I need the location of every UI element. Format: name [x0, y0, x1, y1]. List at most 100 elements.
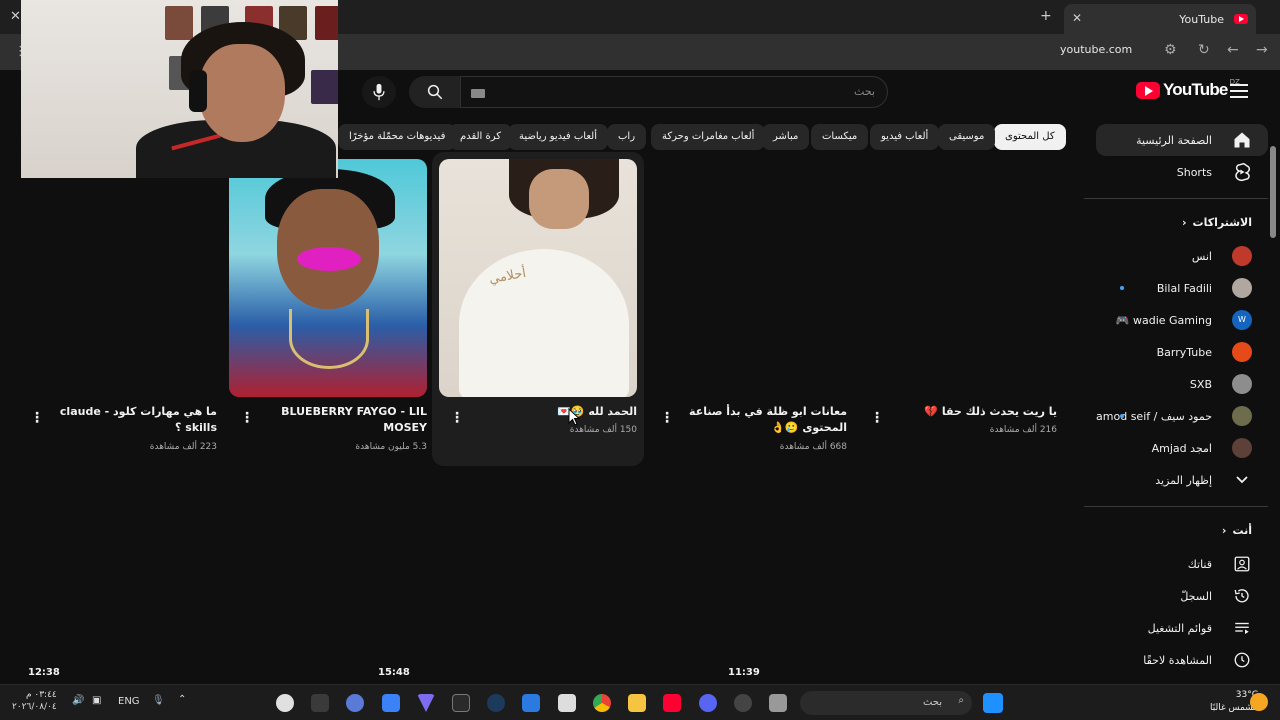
clock[interactable]: ٠٣:٤٤ م ٢٠٢٦/٠٨/٠٤: [12, 689, 57, 713]
file-explorer-icon[interactable]: [628, 694, 646, 712]
app-icon[interactable]: [311, 694, 329, 712]
store-icon[interactable]: [522, 694, 540, 712]
more-actions-icon[interactable]: ⋮: [870, 410, 884, 426]
home-icon: [1230, 128, 1254, 152]
sidebar-item-history[interactable]: السجلّ: [1096, 580, 1268, 612]
reload-icon[interactable]: ↻: [1198, 42, 1210, 58]
app-icon[interactable]: [276, 694, 294, 712]
sidebar-item-playlists[interactable]: قوائم التشغيل: [1096, 612, 1268, 644]
chip-action-adventure[interactable]: ألعاب مغامرات وحركة: [651, 124, 766, 150]
sidebar-item-channel[interactable]: حمود سيف / Hamod seif...: [1096, 400, 1268, 432]
back-icon[interactable]: →: [1256, 42, 1268, 58]
url-text[interactable]: youtube.com: [1060, 43, 1132, 56]
sun-icon: [1250, 693, 1268, 711]
short-title[interactable]: BLUEBERRY FAYGO - LIL MOSEY: [237, 404, 427, 436]
chip-music[interactable]: موسيقى: [938, 124, 996, 150]
site-settings-icon[interactable]: ⚙: [1164, 42, 1177, 58]
search-button[interactable]: [409, 76, 460, 108]
short-thumbnail[interactable]: أحلامي: [439, 159, 637, 397]
sidebar-item-label: الصفحة الرئيسية: [1136, 133, 1212, 147]
thumbnail-cloth: [459, 249, 629, 397]
mouse-cursor-icon: [568, 408, 580, 426]
chip-recently-uploaded[interactable]: فيديوهات محمّلة مؤخرًا: [338, 124, 457, 150]
search-input[interactable]: بحث: [460, 76, 888, 108]
playlist-icon: [1230, 616, 1254, 640]
short-title[interactable]: يا ريت يحدث ذلك حقا 💔: [867, 404, 1057, 420]
tab-close-icon[interactable]: ✕: [1072, 11, 1082, 25]
sidebar-item-channel[interactable]: W wadie Gaming 🎮: [1096, 304, 1268, 336]
tray-overflow-icon[interactable]: ⌃: [178, 694, 186, 705]
channel-name: انس: [1191, 249, 1212, 263]
app-icon[interactable]: [769, 694, 787, 712]
thumbnail-face: [529, 169, 589, 229]
voice-search-button[interactable]: [362, 76, 396, 108]
chevron-left-icon: ‹: [1221, 524, 1227, 537]
window-close-icon[interactable]: ✕: [10, 9, 21, 24]
sidebar-item-channel[interactable]: Bilal Fadili: [1096, 272, 1268, 304]
chip-all[interactable]: كل المحتوى: [994, 124, 1066, 150]
channel-name: Bilal Fadili: [1156, 281, 1212, 295]
chip-football[interactable]: كرة القدم: [449, 124, 513, 150]
microphone-icon[interactable]: 🎙: [152, 695, 165, 706]
volume-icon[interactable]: 🔊: [72, 695, 84, 706]
country-code: DZ: [1229, 78, 1240, 86]
tab-title: YouTube: [1179, 12, 1224, 26]
more-actions-icon[interactable]: ⋮: [30, 410, 44, 426]
app-icon[interactable]: [734, 694, 752, 712]
short-title[interactable]: ما هي مهارات كلود - claude skills ؟: [27, 404, 217, 436]
channel-name: حمود سيف / Hamod seif...: [1096, 409, 1212, 423]
show-more-button[interactable]: إظهار المزيد: [1096, 464, 1268, 496]
avatar: [1232, 438, 1252, 458]
show-more-label: إظهار المزيد: [1155, 473, 1212, 487]
chip-rap[interactable]: راب: [607, 124, 647, 150]
sidebar-item-channel[interactable]: امجد Amjad: [1096, 432, 1268, 464]
tab-youtube[interactable]: YouTube ✕: [1064, 4, 1256, 34]
more-actions-icon[interactable]: ⋮: [240, 410, 254, 426]
short-title[interactable]: معانات ابو ظلة في بدأ صناعة المحتوى 🥲👌: [657, 404, 847, 436]
youtube-app-icon[interactable]: [663, 694, 681, 712]
youtube-logo[interactable]: YouTube DZ: [1136, 78, 1240, 100]
search-placeholder: بحث: [854, 85, 875, 98]
avatar: [1232, 342, 1252, 362]
sidebar-item-shorts[interactable]: Shorts: [1096, 156, 1268, 188]
steam-icon[interactable]: [487, 694, 505, 712]
short-title[interactable]: الحمد لله 🥹💌: [447, 404, 637, 420]
network-icon[interactable]: ▣: [92, 695, 101, 706]
epic-games-icon[interactable]: [452, 694, 470, 712]
sidebar-item-label: السجلّ: [1180, 589, 1212, 603]
sidebar-item-channel[interactable]: انس: [1096, 240, 1268, 272]
taskbar-search-input[interactable]: ⌕ بحث: [800, 691, 972, 715]
vpn-icon[interactable]: [417, 694, 435, 712]
sidebar-divider: [1084, 198, 1268, 199]
app-icon[interactable]: [558, 694, 576, 712]
language-indicator[interactable]: ENG: [118, 696, 140, 707]
short-thumbnail[interactable]: [229, 159, 427, 397]
microphone-icon: [373, 83, 385, 101]
subscriptions-header[interactable]: الاشتراكات ‹: [1182, 216, 1252, 229]
sidebar-item-channel[interactable]: SXB: [1096, 368, 1268, 400]
app-icon[interactable]: [382, 694, 400, 712]
you-header[interactable]: أنت ‹: [1222, 524, 1252, 537]
sidebar-scrollbar[interactable]: [1270, 146, 1276, 238]
forward-icon[interactable]: ←: [1227, 42, 1239, 58]
short-views: 223 ألف مشاهدة: [149, 442, 217, 452]
chip-sports-games[interactable]: ألعاب فيديو رياضية: [508, 124, 608, 150]
short-views: 5.3 مليون مشاهدة: [355, 442, 427, 452]
thumbnail-chain: [289, 309, 369, 369]
chip-live[interactable]: مباشر: [762, 124, 810, 150]
start-icon[interactable]: [983, 693, 1003, 713]
sidebar-item-home[interactable]: الصفحة الرئيسية: [1096, 124, 1268, 156]
chip-mixes[interactable]: ميكسات: [811, 124, 869, 150]
new-tab-button[interactable]: +: [1040, 8, 1052, 24]
sidebar-item-watch-later[interactable]: المشاهدة لاحقًا: [1096, 644, 1268, 676]
sidebar-item-channel[interactable]: BarryTube: [1096, 336, 1268, 368]
keyboard-icon[interactable]: [471, 89, 485, 98]
more-actions-icon[interactable]: ⋮: [450, 410, 464, 426]
more-actions-icon[interactable]: ⋮: [660, 410, 674, 426]
chrome-icon[interactable]: [593, 694, 611, 712]
discord-icon[interactable]: [699, 694, 717, 712]
chevron-left-icon: ‹: [1181, 216, 1187, 229]
qbittorrent-icon[interactable]: [346, 694, 364, 712]
chip-video-games[interactable]: ألعاب فيديو: [870, 124, 940, 150]
sidebar-item-your-channel[interactable]: قناتك: [1096, 548, 1268, 580]
